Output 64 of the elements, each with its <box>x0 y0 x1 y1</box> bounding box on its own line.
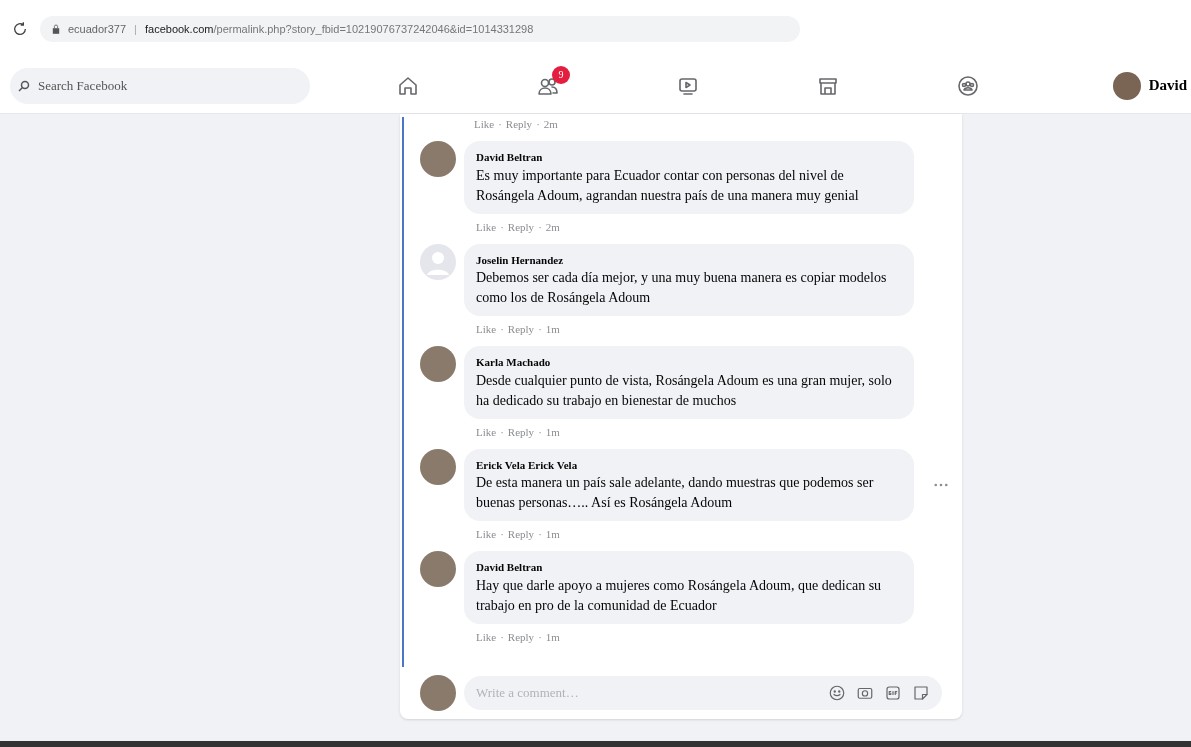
emoji-icon[interactable] <box>828 684 846 702</box>
lock-icon <box>52 24 60 34</box>
url-text: facebook.com/permalink.php?story_fbid=10219076737242046&id=1014331298 <box>144 21 534 37</box>
gif-icon[interactable] <box>884 684 902 702</box>
comment-text: Hay que darle apoyo a mujeres como Rosángela Adoum, que dedican su trabajo en pro de la comunidad de Ecuador <box>476 576 883 615</box>
avatar-photo[interactable] <box>420 346 456 382</box>
reply-link[interactable]: Reply <box>507 423 535 441</box>
comment-time: 1m <box>545 629 560 645</box>
like-link[interactable]: Like <box>476 321 497 338</box>
like-link[interactable]: Like <box>476 526 497 543</box>
like-link[interactable]: Like <box>476 628 497 646</box>
profile-name[interactable]: David <box>1148 74 1187 97</box>
search-field[interactable]: Search Facebook <box>10 67 310 104</box>
search-icon <box>18 79 30 92</box>
separator-dot: · <box>538 424 542 440</box>
comment-author[interactable]: David Beltran <box>476 149 892 166</box>
comment-field[interactable]: Write a comment… <box>464 676 942 710</box>
separator-dot: · <box>500 424 504 440</box>
separator-dot: · <box>538 527 542 543</box>
separator-dot: · <box>500 629 504 645</box>
reply-link[interactable]: Reply <box>507 218 535 236</box>
avatar-photo[interactable] <box>420 675 456 711</box>
comment-text: Desde cualquier punto de vista, Rosángela Adoum es una gran mujer, solo ha dedicado su trabajo en bienestar de muchos <box>476 371 892 410</box>
comment-author[interactable]: Karla Machado <box>476 354 892 371</box>
avatar-photo[interactable] <box>420 551 456 587</box>
comment-author[interactable]: Erick Vela Erick Vela <box>476 456 892 473</box>
profile-avatar[interactable] <box>1112 71 1141 100</box>
reload-icon[interactable] <box>12 21 28 37</box>
group-icon[interactable] <box>956 73 980 98</box>
sticker-icon[interactable] <box>912 684 930 702</box>
separator-dot: · <box>498 117 502 133</box>
search-input[interactable]: Search Facebook <box>38 75 278 96</box>
avatar-photo[interactable] <box>420 448 456 485</box>
comment-time: 1m <box>545 424 560 440</box>
separator-dot: · <box>500 527 504 543</box>
avatar-photo[interactable] <box>420 141 456 177</box>
comment-author[interactable]: David Beltran <box>476 559 892 576</box>
separator-dot: · <box>500 322 504 338</box>
comment-time: 1m <box>545 322 560 338</box>
comment-author[interactable]: Joselin Hernandez <box>476 251 892 268</box>
reply-link[interactable]: Reply <box>507 628 535 646</box>
notification-badge: 9 <box>552 65 570 84</box>
like-link[interactable]: Like <box>474 116 495 133</box>
comment-input[interactable]: Write a comment… <box>476 683 828 703</box>
comment-time: 1m <box>545 527 560 543</box>
separator-dot: · <box>538 629 542 645</box>
reply-link[interactable]: Reply <box>505 116 533 133</box>
separator-dot: · <box>536 117 540 133</box>
more-options-icon[interactable] <box>934 482 948 487</box>
comment-text: Es muy importante para Ecuador contar con personas del nivel de Rosángela Adoum, agrandan nuestra país de una manera muy genial <box>476 166 860 205</box>
separator-dot: · <box>500 219 504 235</box>
url-divider: | <box>134 21 137 37</box>
like-link[interactable]: Like <box>476 218 497 236</box>
reply-link[interactable]: Reply <box>507 526 535 543</box>
address-bar[interactable]: ecuador377 | facebook.com/permalink.php?story_fbid=10219076737242046&id=1014331298 <box>40 16 800 42</box>
separator-dot: · <box>538 322 542 338</box>
reply-link[interactable]: Reply <box>507 321 535 338</box>
like-link[interactable]: Like <box>476 423 497 441</box>
separator-dot: · <box>538 219 542 235</box>
site-name: ecuador377 <box>68 21 127 37</box>
comment-text: De esta manera un país sale adelante, dando muestras que podemos ser buenas personas….. Así es Rosángela Adoum <box>476 474 875 512</box>
comment-text: Debemos ser cada día mejor, y una muy buena manera es copiar modelos como los de Rosángela Adoum <box>476 269 888 307</box>
comment-time: 2m <box>543 117 558 133</box>
comment-time: 2m <box>545 219 560 235</box>
